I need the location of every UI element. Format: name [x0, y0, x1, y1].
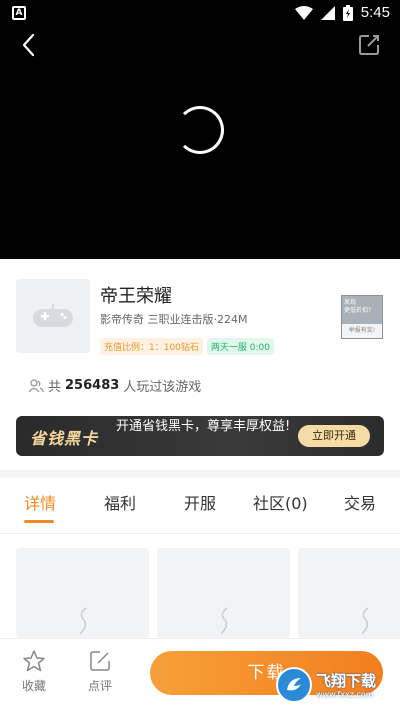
image-placeholder-icon [79, 607, 87, 635]
tag-recharge-ratio: 充值比例：1：100钻石 [100, 338, 203, 355]
tab-community[interactable]: 社区(0) [253, 490, 308, 514]
screenshot-gallery[interactable] [0, 548, 400, 638]
review-label: 点评 [87, 679, 112, 693]
tab-details[interactable]: 详情 [24, 490, 56, 514]
black-card-banner[interactable]: 省钱黑卡 开通省钱黑卡，尊享丰厚权益! 立即开通 [16, 416, 384, 456]
tab-welfare[interactable]: 福利 [104, 490, 136, 514]
game-meta: 影帝传奇 三职业连击版·224M [100, 313, 248, 326]
video-player[interactable]: A 5:45 [0, 0, 400, 259]
screenshot-thumbnail[interactable] [157, 548, 290, 638]
tab-server[interactable]: 开服 [184, 490, 216, 514]
game-tags: 充值比例：1：100钻石 两天一服 0:00 [100, 338, 274, 355]
watermark: 飞翔下载 www.fxxz.com [276, 664, 394, 706]
promo-bottom: 举报有奖! [342, 324, 382, 338]
watermark-logo-icon [276, 667, 312, 703]
signal-icon [320, 5, 335, 20]
screenshot-thumbnail[interactable] [16, 548, 149, 638]
gamepad-icon [33, 304, 73, 327]
edit-icon [90, 651, 110, 671]
clock: 5:45 [360, 4, 390, 21]
favorite-label: 收藏 [21, 679, 46, 693]
players-number: 256483 [65, 378, 120, 393]
tab-divider [0, 533, 400, 534]
tab-indicator [24, 520, 54, 523]
promo-line1: 发现 [344, 299, 357, 306]
share-icon[interactable] [356, 32, 382, 58]
promo-line2: 更低折扣? [344, 307, 372, 314]
players-count: 共 256483 人玩过该游戏 [28, 376, 201, 395]
black-card-text: 开通省钱黑卡，尊享丰厚权益! [116, 419, 291, 434]
wifi-icon [294, 5, 313, 20]
open-black-card-button[interactable]: 立即开通 [298, 425, 370, 447]
game-title: 帝王荣耀 [100, 286, 172, 307]
review-button[interactable]: 点评 [80, 649, 120, 694]
image-placeholder-icon [220, 607, 228, 635]
status-icons: 5:45 [294, 4, 390, 21]
detail-tabs: 详情 福利 开服 社区(0) 交易 [0, 490, 400, 526]
game-icon [16, 279, 90, 353]
battery-icon [342, 4, 353, 21]
screenshot-thumbnail[interactable] [298, 548, 400, 638]
watermark-url: www.fxxz.com [316, 689, 374, 699]
star-icon [23, 650, 45, 672]
status-bar: A 5:45 [0, 0, 400, 28]
tag-server-schedule: 两天一服 0:00 [206, 338, 274, 355]
section-divider [0, 470, 400, 478]
players-prefix: 共 [48, 380, 62, 395]
back-icon[interactable] [14, 30, 44, 60]
tab-trade[interactable]: 交易 [344, 490, 376, 514]
players-suffix: 人玩过该游戏 [123, 380, 202, 395]
discount-report-badge[interactable]: 发现 更低折扣? 举报有奖! [341, 295, 383, 339]
image-placeholder-icon [361, 607, 369, 635]
watermark-brand: 飞翔下载 [316, 671, 377, 690]
loading-spinner-icon [176, 106, 224, 154]
users-icon [28, 378, 44, 392]
game-detail-page: A 5:45 帝王荣耀 影帝传奇 三职业连击版·224M 充值比例：1：100钻… [0, 0, 400, 711]
black-card-logo: 省钱黑卡 [30, 429, 99, 448]
favorite-button[interactable]: 收藏 [14, 649, 54, 694]
app-notification-icon: A [12, 6, 26, 20]
